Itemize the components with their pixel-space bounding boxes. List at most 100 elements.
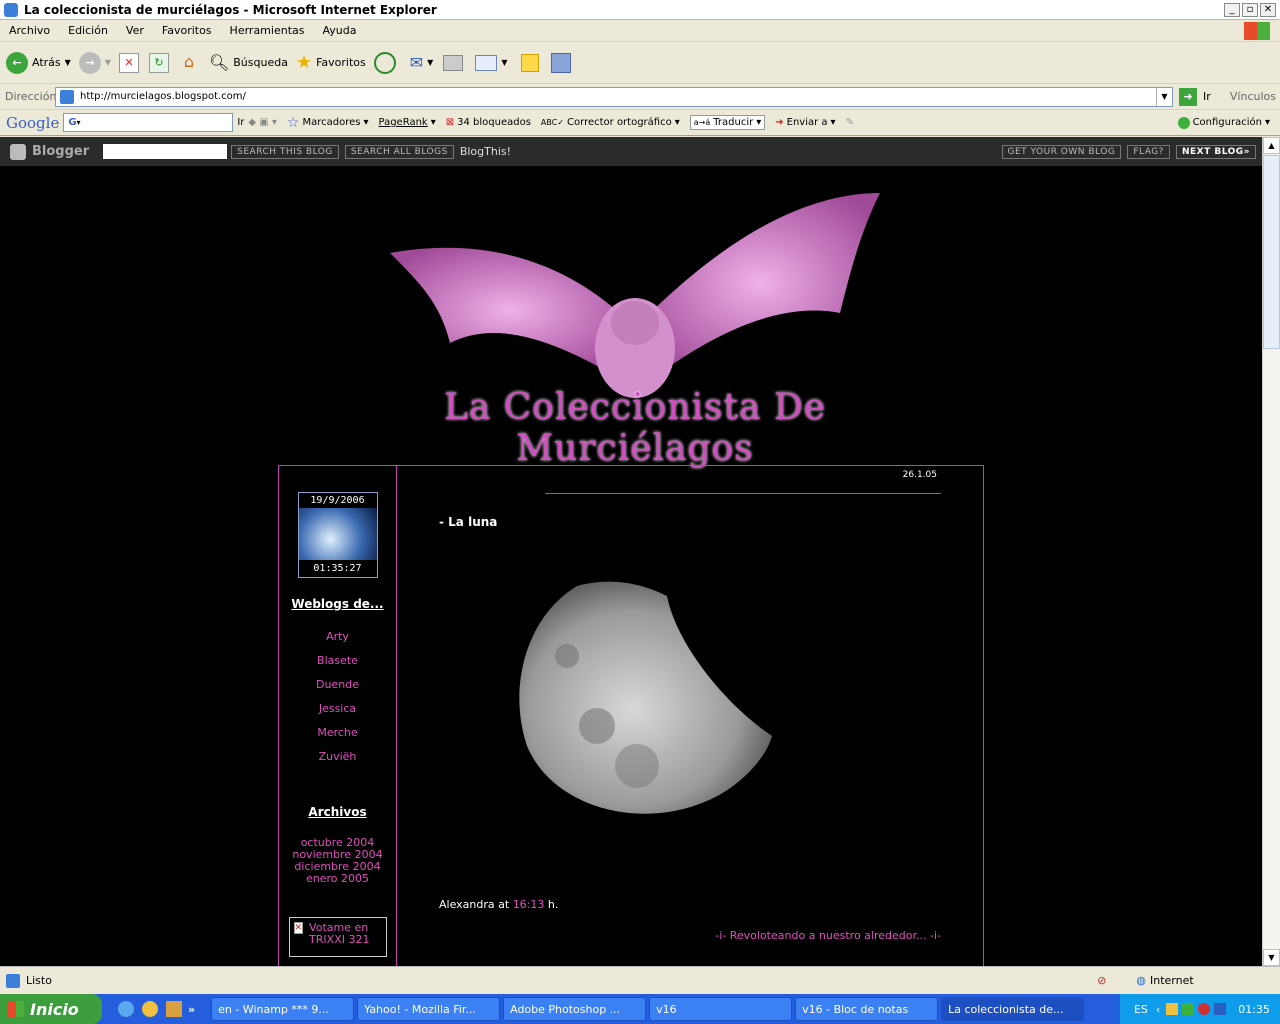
back-button[interactable]: ← Atrás ▼ <box>6 51 71 74</box>
tray-expand-icon[interactable]: ‹ <box>1156 1003 1160 1016</box>
address-label: Dirección <box>5 90 57 103</box>
favorites-button[interactable]: ★ Favoritos <box>296 52 366 73</box>
next-blog-button[interactable]: NEXT BLOG» <box>1175 144 1256 159</box>
blogger-navbar: Blogger SEARCH THIS BLOG SEARCH ALL BLOG… <box>0 137 1262 166</box>
weblogs-title: Weblogs de... <box>291 597 384 611</box>
tray-clock: 01:35 <box>1238 1002 1270 1016</box>
blogger-search-input[interactable] <box>103 144 228 159</box>
forward-arrow-icon: → <box>78 51 101 74</box>
search-button[interactable]: 🔍︎ Búsqueda <box>209 53 288 72</box>
address-input[interactable]: http://murcielagos.blogspot.com/ ▼ <box>55 86 1173 107</box>
home-icon[interactable]: ⌂ <box>179 52 199 73</box>
spellcheck-button[interactable]: ABC✓ Corrector ortográfico ▾ <box>541 117 680 128</box>
search-all-blogs-button[interactable]: SEARCH ALL BLOGS <box>344 144 454 159</box>
start-button[interactable]: Inicio <box>0 994 102 1024</box>
google-options-icon[interactable]: ◆ ▣ ▾ <box>248 117 277 128</box>
scroll-down-button[interactable]: ▼ <box>1263 949 1280 966</box>
stop-icon[interactable]: ✕ <box>118 52 139 73</box>
menu-edicion[interactable]: Edición <box>59 24 117 37</box>
go-button[interactable]: Ir <box>1203 90 1211 103</box>
send-to-button[interactable]: ➜ Enviar a ▾ <box>775 117 835 128</box>
google-search-input[interactable]: G ▾ <box>63 113 234 132</box>
clock-widget: 19/9/2006 01:35:27 <box>297 492 378 578</box>
task-notepad[interactable]: v16 - Bloc de notas <box>795 997 939 1021</box>
tray-antivirus-icon[interactable] <box>1198 1003 1211 1015</box>
weblog-link-zuvieh[interactable]: Zuviëh <box>279 745 396 769</box>
archives-title: Archivos <box>308 805 367 819</box>
google-g-icon: G <box>68 117 77 128</box>
scroll-thumb[interactable] <box>1263 155 1280 349</box>
task-winamp[interactable]: en - Winamp *** 9... <box>211 997 355 1021</box>
tray-network-icon[interactable] <box>1182 1003 1195 1015</box>
post-footer: Alexandra at 16:13 h. <box>439 898 559 911</box>
blog-header-title[interactable]: La Coleccionista De Murciélagos <box>330 387 940 469</box>
google-toolbar: Google G ▾ Ir ◆ ▣ ▾ ☆ Marcadores ▾ PageRank… <box>0 110 1280 136</box>
status-text: Listo <box>26 974 52 987</box>
google-go-button[interactable]: Ir <box>237 117 244 128</box>
task-photoshop[interactable]: Adobe Photoshop ... <box>503 997 647 1021</box>
menu-ayuda[interactable]: Ayuda <box>313 24 365 37</box>
translate-button[interactable]: a→á Traducir ▾ <box>689 115 766 130</box>
quicklaunch-ie-icon[interactable] <box>118 1001 134 1017</box>
get-own-blog-button[interactable]: GET YOUR OWN BLOG <box>1001 144 1122 159</box>
windows-flag-icon <box>8 1001 24 1017</box>
weblog-link-blasete[interactable]: Blasete <box>279 649 396 673</box>
quicklaunch-winamp-icon[interactable] <box>166 1001 182 1017</box>
tray-app-icon[interactable] <box>1166 1003 1179 1015</box>
search-icon: 🔍︎ <box>208 53 230 72</box>
refresh-icon[interactable]: ↻ <box>148 52 169 73</box>
search-this-blog-button[interactable]: SEARCH THIS BLOG <box>231 144 339 159</box>
links-label[interactable]: Vínculos <box>1230 90 1276 103</box>
menu-ver[interactable]: Ver <box>117 24 153 37</box>
edit-icon[interactable] <box>475 54 498 71</box>
language-indicator[interactable]: ES <box>1134 1003 1148 1016</box>
mail-icon[interactable]: ✉ <box>410 53 423 72</box>
notes-icon[interactable] <box>521 53 540 72</box>
task-folder-v16[interactable]: v16 <box>649 997 793 1021</box>
weblog-link-merche[interactable]: Merche <box>279 721 396 745</box>
blocker-icon: ⊠ <box>445 117 455 128</box>
vertical-scrollbar[interactable]: ▲ ▼ <box>1262 137 1280 966</box>
revoloteando-link[interactable]: -i- Revoloteando a nuestro alrededor... … <box>715 929 941 942</box>
address-dropdown-icon[interactable]: ▼ <box>1156 87 1172 106</box>
weblog-link-jessica[interactable]: Jessica <box>279 697 396 721</box>
task-firefox[interactable]: Yahoo! - Mozilla Fir... <box>357 997 501 1021</box>
flag-button[interactable]: FLAG? <box>1127 144 1170 159</box>
post-date: 26.1.05 <box>902 470 937 480</box>
post-date-divider <box>545 493 941 494</box>
popup-blocked-icon[interactable]: ⊘ <box>1097 974 1106 987</box>
messenger-icon[interactable] <box>551 52 572 73</box>
tray-blogger-icon[interactable] <box>1214 1003 1227 1015</box>
archive-link[interactable]: enero 2005 <box>279 873 396 885</box>
standard-toolbar: ← Atrás ▼ → ▼ ✕ ↻ ⌂ 🔍︎ Búsqueda ★ Favorito… <box>0 42 1280 84</box>
menu-archivo[interactable]: Archivo <box>0 24 59 37</box>
close-button[interactable]: ✕ <box>1260 2 1276 17</box>
history-icon[interactable] <box>373 51 396 74</box>
popup-blocker-button[interactable]: ⊠ 34 bloqueados <box>446 117 531 128</box>
blogthis-link[interactable]: BlogThis! <box>460 145 511 158</box>
quicklaunch-clock-icon[interactable] <box>142 1001 158 1017</box>
restore-button[interactable]: ▫ <box>1242 2 1258 17</box>
task-ie-active[interactable]: La coleccionista de... <box>941 997 1085 1021</box>
bookmarks-button[interactable]: ☆ Marcadores ▾ <box>287 115 369 131</box>
vote-badge[interactable]: ✕ Votame en TRIXXI 321 <box>288 917 387 957</box>
print-icon[interactable] <box>443 54 464 71</box>
pagerank-button[interactable]: PageRank ▾ <box>379 117 436 128</box>
weblog-link-arty[interactable]: Arty <box>279 625 396 649</box>
google-logo[interactable]: Google <box>6 114 59 132</box>
menu-herramientas[interactable]: Herramientas <box>221 24 314 37</box>
weblog-link-duende[interactable]: Duende <box>279 673 396 697</box>
clock-time: 01:35:27 <box>313 563 362 574</box>
config-button[interactable]: Configuración ▾ <box>1177 116 1270 129</box>
blogger-logo[interactable]: Blogger <box>32 144 89 159</box>
post-permalink[interactable]: 16:13 <box>513 898 545 911</box>
back-arrow-icon: ← <box>6 51 28 74</box>
menu-favoritos[interactable]: Favoritos <box>153 24 221 37</box>
forward-button[interactable]: → ▼ <box>78 51 111 74</box>
go-arrow-icon[interactable]: ➜ <box>1179 87 1197 106</box>
scroll-up-button[interactable]: ▲ <box>1263 137 1280 154</box>
quicklaunch-more-icon[interactable]: » <box>188 1003 195 1016</box>
highlight-icon[interactable]: ✎ <box>846 117 854 128</box>
blogger-logo-icon[interactable] <box>10 143 26 160</box>
minimize-button[interactable]: _ <box>1224 2 1240 17</box>
